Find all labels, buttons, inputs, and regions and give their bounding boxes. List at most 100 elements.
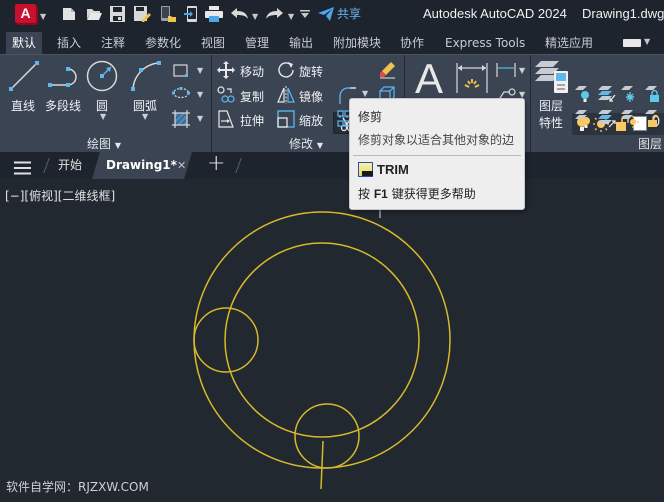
layer-isolate-icon[interactable]	[575, 110, 591, 128]
drawing-canvas[interactable]	[0, 179, 664, 502]
menu-button[interactable]	[14, 158, 31, 175]
tab-express-tools[interactable]: Express Tools	[439, 32, 531, 54]
help-key: F1	[373, 187, 388, 201]
plot-button[interactable]	[204, 5, 224, 23]
new-icon	[63, 8, 75, 20]
circle-icon	[86, 60, 118, 92]
arc-dropdown-icon[interactable]: ▼	[142, 112, 148, 121]
draw-panel-expand-icon: ▼	[114, 141, 121, 150]
viewport-controls[interactable]: [−][俯视][二维线框]	[5, 187, 115, 204]
ribbon-options-caret-icon[interactable]: ▼	[644, 37, 650, 46]
drawing-svg[interactable]	[0, 179, 664, 502]
panel-separator	[211, 55, 212, 153]
mirror-label: 镜像	[299, 90, 324, 104]
arc-icon	[131, 61, 161, 91]
open-from-mobile-button[interactable]	[158, 5, 178, 23]
vertical-line[interactable]	[320, 440, 324, 490]
polyline-label: 多段线	[45, 99, 82, 113]
tooltip-help: 按 F1 键获得更多帮助	[358, 185, 476, 202]
layer-lock-icon[interactable]	[645, 86, 661, 102]
erase-icon	[380, 62, 395, 79]
app-menu-caret-icon[interactable]: ▼	[40, 7, 46, 25]
file-tab-bar: 开始 Drawing1* ✕ +	[0, 150, 664, 179]
tooltip-command: TRIM	[377, 162, 409, 177]
tab-insert[interactable]: 插入	[51, 32, 87, 54]
tab-divider	[43, 158, 50, 173]
new-tab-button[interactable]: +	[207, 150, 225, 177]
drawing1-tab[interactable]: Drawing1* ✕	[92, 152, 192, 179]
share-button[interactable]: 共享	[318, 5, 361, 22]
modify-panel-expand-icon: ▼	[316, 141, 323, 150]
linear-dimension-dropdown-icon[interactable]: ▼	[519, 66, 525, 75]
start-tab[interactable]: 开始	[58, 152, 82, 179]
save-as-icon	[133, 6, 151, 22]
layer-make-current-icon[interactable]	[598, 110, 616, 128]
draw-panel-title[interactable]: 绘图 ▼	[87, 135, 121, 152]
tab-annotate[interactable]: 注释	[95, 32, 131, 54]
new-button[interactable]	[60, 5, 78, 23]
modify-panel-title[interactable]: 修改 ▼	[289, 135, 323, 152]
layer-thaw-all-icon[interactable]	[621, 110, 639, 128]
undo-icon	[230, 8, 248, 19]
undo-button[interactable]	[229, 5, 249, 23]
layer-match-icon[interactable]	[598, 86, 616, 102]
tooltip-divider	[353, 155, 521, 156]
open-button[interactable]	[84, 5, 104, 23]
move-label: 移动	[240, 65, 265, 79]
save-icon	[109, 6, 125, 22]
stretch-label: 拉伸	[240, 114, 265, 128]
save-to-mobile-button[interactable]	[182, 5, 200, 23]
rectangle-dropdown-icon[interactable]: ▼	[197, 66, 203, 75]
tab-featured-apps[interactable]: 精选应用	[539, 32, 599, 54]
undo-dropdown-icon[interactable]: ▼	[252, 7, 258, 25]
layer-freeze-icon[interactable]	[621, 86, 637, 102]
left-small-circle[interactable]	[193, 307, 259, 373]
tab-default[interactable]: 默认	[6, 32, 43, 54]
tab-add-ins[interactable]: 附加模块	[327, 32, 387, 54]
redo-icon	[265, 8, 283, 19]
copy-label: 复制	[240, 90, 265, 104]
tab-parametric[interactable]: 参数化	[139, 32, 187, 54]
watermark: 软件自学网：RJZXW.COM	[6, 480, 149, 494]
tab-divider	[235, 158, 242, 173]
save-button[interactable]	[108, 5, 126, 23]
layer-unlock-icon[interactable]	[645, 110, 661, 128]
modify-panel-label: 修改	[289, 137, 314, 151]
layers-panel-title[interactable]: 图层	[638, 135, 662, 152]
title-bar: A ▼ ▼ ▼ 共享 Autodesk AutoCAD 2024 Drawing…	[0, 0, 664, 29]
open-folder-icon	[86, 9, 102, 20]
customize-quick-access-button[interactable]	[299, 5, 311, 23]
rectangle-icon	[173, 64, 188, 77]
document-title: Drawing1.dwg	[582, 6, 664, 21]
layer-properties-label-2: 特性	[539, 116, 564, 130]
close-tab-icon[interactable]: ✕	[177, 152, 186, 179]
copy-icon	[217, 86, 235, 103]
mirror-icon	[277, 86, 295, 104]
rotate-label: 旋转	[299, 65, 324, 79]
redo-button[interactable]	[264, 5, 284, 23]
layer-properties-icon	[535, 61, 568, 93]
tab-manage[interactable]: 管理	[239, 32, 275, 54]
save-as-button[interactable]	[132, 5, 152, 23]
outer-circle[interactable]	[193, 211, 451, 469]
circle-dropdown-icon[interactable]: ▼	[100, 112, 106, 121]
tooltip-description: 修剪对象以适合其他对象的边	[358, 133, 515, 147]
trim-tooltip: 修剪 修剪对象以适合其他对象的边 TRIM 按 F1 键获得更多帮助	[349, 98, 525, 210]
dimension-icon	[456, 63, 488, 93]
redo-dropdown-icon[interactable]: ▼	[288, 7, 294, 25]
tab-collaborate[interactable]: 协作	[394, 32, 430, 54]
ellipse-dropdown-icon[interactable]: ▼	[197, 90, 203, 99]
layer-off-icon[interactable]	[575, 86, 591, 102]
draw-panel-label: 绘图	[87, 137, 112, 151]
inner-circle[interactable]	[224, 242, 420, 438]
rotate-icon	[278, 62, 294, 78]
fillet-dropdown-icon[interactable]: ▼	[362, 89, 368, 98]
hatch-dropdown-icon[interactable]: ▼	[197, 114, 203, 123]
ribbon-tab-bar: 默认 插入 注释 参数化 视图 管理 输出 附加模块 协作 Express To…	[0, 29, 664, 54]
tab-output[interactable]: 输出	[283, 32, 319, 54]
drawing1-tab-label: Drawing1*	[106, 158, 177, 172]
autocad-logo-button[interactable]: A	[15, 4, 36, 23]
hatch-icon	[172, 110, 190, 128]
tab-view[interactable]: 视图	[195, 32, 231, 54]
ribbon-minimize-button[interactable]	[623, 39, 641, 47]
